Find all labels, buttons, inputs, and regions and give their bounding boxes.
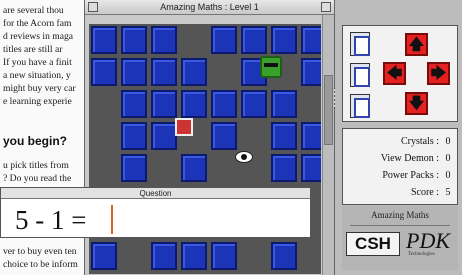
score-value: 5 <box>445 187 451 198</box>
controls-box: 🡅 🡄 🡆 🡇 <box>342 25 458 122</box>
maze-wall-tile <box>151 58 177 86</box>
power-packs-value: 0 <box>445 170 451 181</box>
view-demon-label: View Demon : <box>380 153 439 164</box>
maze-wall-tile <box>301 26 321 54</box>
article-line: are several thou <box>3 5 64 16</box>
power-pack-sprite <box>175 118 193 136</box>
article-line: for the Acorn fam <box>3 18 72 29</box>
window-title-bar[interactable]: Amazing Maths : Level 1 <box>85 0 334 15</box>
document-icon[interactable] <box>350 32 370 56</box>
scroll-thumb[interactable] <box>324 75 333 145</box>
maze-wall-tile <box>301 154 321 182</box>
maze-wall-tile <box>121 154 147 182</box>
program-name: Amazing Maths <box>371 210 429 220</box>
maze-wall-tile <box>151 242 177 270</box>
crystals-label: Crystals : <box>400 136 439 147</box>
article-line: If you have a finit <box>3 57 72 68</box>
left-arrow-button[interactable]: 🡄 <box>383 62 406 85</box>
stats-box: Crystals : 0 View Demon : 0 Power Packs … <box>342 128 458 205</box>
score-label: Score : <box>410 187 439 198</box>
article-line: u pick titles from <box>3 160 69 171</box>
maze-wall-tile <box>121 26 147 54</box>
demon-sprite <box>260 56 282 78</box>
maze-wall-tile <box>271 90 297 118</box>
maze-wall-tile <box>211 26 237 54</box>
maze-wall-tile <box>121 90 147 118</box>
maze-wall-tile <box>211 90 237 118</box>
article-line: a new situation, y <box>3 70 71 81</box>
article-line: ? Do you read the <box>3 173 72 184</box>
article-line: d reviews in maga <box>3 31 74 42</box>
maze-wall-tile <box>211 242 237 270</box>
right-arrow-button[interactable]: 🡆 <box>427 62 450 85</box>
maze-wall-tile <box>91 26 117 54</box>
maze-wall-tile <box>271 122 297 150</box>
article-heading: you begin? <box>3 134 67 148</box>
maze-wall-tile <box>241 26 267 54</box>
power-packs-label: Power Packs : <box>382 170 439 181</box>
maze-wall-tile <box>151 26 177 54</box>
answer-input[interactable] <box>113 206 143 234</box>
maze-wall-tile <box>151 122 177 150</box>
pdk-logo: PDK <box>406 228 450 253</box>
maze-wall-tile <box>121 58 147 86</box>
maze-wall-tile <box>301 58 321 86</box>
down-arrow-button[interactable]: 🡇 <box>405 92 428 115</box>
vertical-scrollbar[interactable] <box>322 15 334 275</box>
sound-icon[interactable] <box>350 63 370 87</box>
maze-wall-tile <box>181 242 207 270</box>
article-line: ver to buy even ten <box>3 246 77 257</box>
window-title: Amazing Maths : Level 1 <box>160 2 259 12</box>
control-panel: 🡅 🡄 🡆 🡇 Crystals : 0 View Demon : 0 Powe… <box>335 0 462 275</box>
maze-wall-tile <box>241 90 267 118</box>
article-line: titles are still ar <box>3 44 63 55</box>
maze-wall-tile <box>151 90 177 118</box>
maze-wall-tile <box>91 58 117 86</box>
pause-icon[interactable] <box>350 94 370 118</box>
pdk-logo-subtitle: Technologies <box>408 252 435 257</box>
article-line: choice to be inform <box>3 259 78 270</box>
maze-wall-tile <box>181 154 207 182</box>
brand-box: Amazing Maths CSH PDK Technologies <box>342 206 458 270</box>
csh-logo: CSH <box>346 232 400 256</box>
toggle-size-icon[interactable] <box>321 2 331 12</box>
maze-wall-tile <box>271 154 297 182</box>
maze-wall-tile <box>271 26 297 54</box>
crystals-value: 0 <box>445 136 451 147</box>
article-line: might buy very car <box>3 83 76 94</box>
question-text: 5 - 1 = <box>15 205 87 235</box>
maze-wall-tile <box>301 122 321 150</box>
view-demon-value: 0 <box>445 153 451 164</box>
article-line: e learning experie <box>3 96 72 107</box>
up-arrow-button[interactable]: 🡅 <box>405 33 428 56</box>
player-eye-sprite <box>235 151 253 163</box>
divider <box>350 225 450 226</box>
maze-wall-tile <box>181 90 207 118</box>
close-icon[interactable] <box>88 2 98 12</box>
maze-wall-tile <box>181 58 207 86</box>
question-dialog: Question 5 - 1 = <box>0 187 311 238</box>
maze-wall-tile <box>271 242 297 270</box>
maze-wall-tile <box>121 122 147 150</box>
maze-wall-tile <box>91 242 117 270</box>
question-title: Question <box>1 188 310 199</box>
maze-wall-tile <box>211 122 237 150</box>
